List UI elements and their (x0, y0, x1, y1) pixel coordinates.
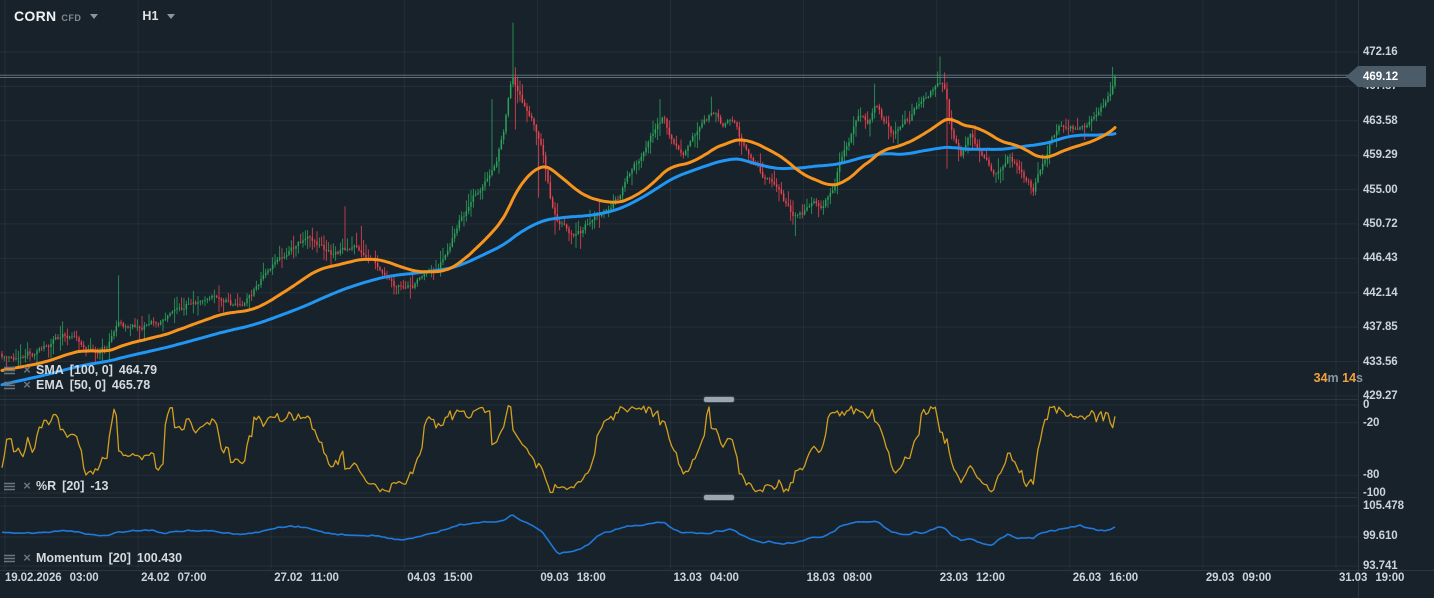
time-tick-label: 26.03 16:00 (1073, 572, 1138, 584)
legend-name: Momentum (36, 551, 103, 565)
price-tick-label: 446.43 (1363, 251, 1398, 265)
symbol-name: CORN (14, 8, 56, 24)
chevron-down-icon (90, 14, 98, 19)
candle-countdown: 34m 14s (1250, 371, 1363, 385)
time-tick-label: 19.02.2026 03:00 (5, 572, 99, 584)
time-tick-label: 09.03 18:00 (540, 572, 605, 584)
panel-divider (0, 399, 1358, 400)
time-tick-label: 29.03 09:00 (1206, 572, 1271, 584)
trading-chart-app: CORN CFD H1 × SMA [100, 0] 464.79 × EMA [50… (0, 0, 1434, 598)
time-tick-label: 31.03 19:00 (1339, 572, 1404, 584)
price-tick-label: 459.29 (1363, 148, 1398, 162)
last-price-badge: 469.12 (1346, 66, 1426, 87)
legend-params: [20] (109, 551, 131, 565)
legend-momentum[interactable]: × Momentum [20] 100.430 (4, 551, 182, 565)
timeframe-button[interactable]: H1 (142, 9, 175, 23)
legend-value: 464.79 (119, 363, 157, 377)
close-icon[interactable]: × (20, 379, 34, 391)
wpr-panel-canvas[interactable] (0, 400, 1358, 497)
main-chart-canvas[interactable] (0, 0, 1358, 399)
price-tick-label: 437.85 (1363, 320, 1398, 334)
legend-value: 465.78 (112, 378, 150, 392)
settings-icon[interactable] (4, 480, 18, 492)
time-tick-label: 27.02 11:00 (274, 572, 339, 584)
sma-line (2, 134, 1115, 385)
timeframe-label: H1 (142, 9, 158, 23)
panel-divider (0, 497, 1358, 498)
close-icon[interactable]: × (20, 480, 34, 492)
time-tick-label: 13.03 04:00 (674, 572, 739, 584)
price-tick-label: -20 (1363, 416, 1379, 430)
ema-line (2, 119, 1115, 370)
price-tick-label: 455.00 (1363, 183, 1398, 197)
chevron-down-icon (167, 14, 175, 19)
close-icon[interactable]: × (20, 364, 34, 376)
time-tick-label: 24.02 07:00 (141, 572, 206, 584)
price-tick-label: 0 (1363, 398, 1369, 412)
chart-topbar: CORN CFD H1 (14, 8, 175, 24)
legend-params: [20] (62, 479, 84, 493)
price-tick-label: 433.56 (1363, 355, 1398, 369)
price-tick-label: 442.14 (1363, 286, 1398, 300)
symbol-button[interactable]: CORN CFD (14, 8, 98, 24)
down-candle-wicks (2, 67, 1085, 367)
price-tick-label: 450.72 (1363, 217, 1398, 231)
price-tick-label: -80 (1363, 468, 1379, 482)
up-candle-wicks (4, 23, 1115, 368)
legend-value: -13 (90, 479, 108, 493)
legend-name: EMA (36, 378, 64, 392)
wpr-line (2, 406, 1115, 493)
axis-border-vertical (1358, 0, 1359, 598)
settings-icon[interactable] (4, 379, 18, 391)
panel-resize-handle[interactable] (703, 494, 735, 501)
legend-ema[interactable]: × EMA [50, 0] 465.78 (4, 378, 150, 392)
time-tick-label: 23.03 12:00 (940, 572, 1005, 584)
price-tick-label: 93.741 (1363, 559, 1398, 573)
time-tick-label: 04.03 15:00 (407, 572, 472, 584)
price-tick-label: -100 (1363, 486, 1386, 500)
momentum-line (2, 515, 1115, 554)
legend-params: [100, 0] (70, 363, 113, 377)
close-icon[interactable]: × (20, 552, 34, 564)
down-candle-bodies (1, 78, 1085, 360)
legend-value: 100.430 (137, 551, 182, 565)
legend-name: %R (36, 479, 56, 493)
time-tick-label: 18.03 08:00 (807, 572, 872, 584)
settings-icon[interactable] (4, 552, 18, 564)
panel-resize-handle[interactable] (703, 396, 735, 403)
price-tick-label: 105.478 (1363, 499, 1404, 513)
legend-name: SMA (36, 363, 64, 377)
price-tick-label: 99.610 (1363, 529, 1398, 543)
price-tick-label: 472.16 (1363, 45, 1398, 59)
time-axis-border (0, 570, 1434, 571)
legend-params: [50, 0] (70, 378, 106, 392)
momentum-panel-canvas[interactable] (0, 498, 1358, 569)
symbol-type-badge: CFD (61, 13, 81, 23)
legend-wpr[interactable]: × %R [20] -13 (4, 479, 108, 493)
legend-sma[interactable]: × SMA [100, 0] 464.79 (4, 363, 157, 377)
price-tick-label: 463.58 (1363, 114, 1398, 128)
settings-icon[interactable] (4, 364, 18, 376)
